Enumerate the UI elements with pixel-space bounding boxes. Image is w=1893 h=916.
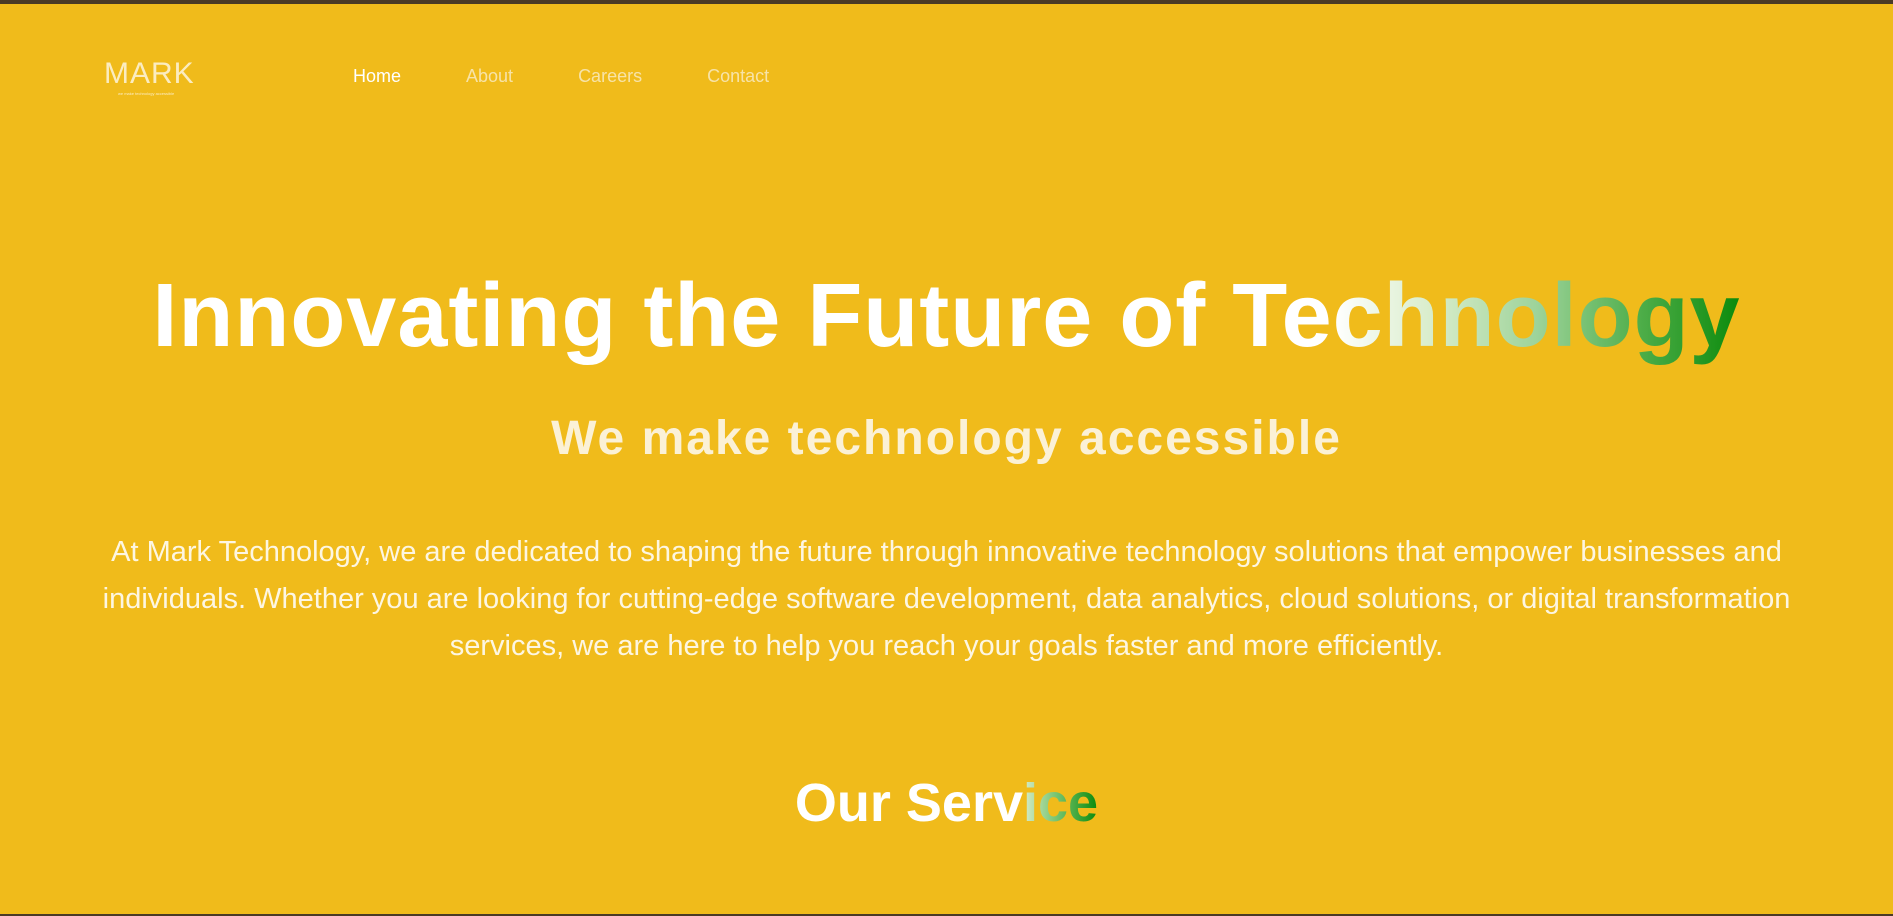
nav-item-careers[interactable]: Careers <box>578 64 642 88</box>
services-heading-plain: Our Serv <box>794 773 1024 833</box>
services-heading-gradient: ice <box>1023 773 1099 833</box>
nav-item-contact[interactable]: Contact <box>707 64 769 88</box>
hero-title-gradient: chnology <box>1332 266 1741 366</box>
hero-title-plain: Innovating the Future of Te <box>152 266 1333 366</box>
services-heading: Our Service <box>0 772 1893 834</box>
nav-menu: Home About Careers Contact <box>353 64 834 88</box>
hero-intro-paragraph: At Mark Technology, we are dedicated to … <box>102 536 1791 662</box>
logo-tagline: we make technology accessible <box>118 91 175 96</box>
logo-text: MARK <box>104 57 195 90</box>
top-navigation: MARK we make technology accessible Home … <box>104 54 769 100</box>
nav-item-home[interactable]: Home <box>353 64 401 88</box>
hero-subtitle: We make technology accessible <box>551 412 1342 465</box>
brand-logo[interactable]: MARK we make technology accessible <box>104 57 204 97</box>
nav-item-about[interactable]: About <box>466 64 513 88</box>
page: MARK we make technology accessible Home … <box>0 0 1893 916</box>
hero-title: Innovating the Future of Technology <box>0 266 1893 366</box>
